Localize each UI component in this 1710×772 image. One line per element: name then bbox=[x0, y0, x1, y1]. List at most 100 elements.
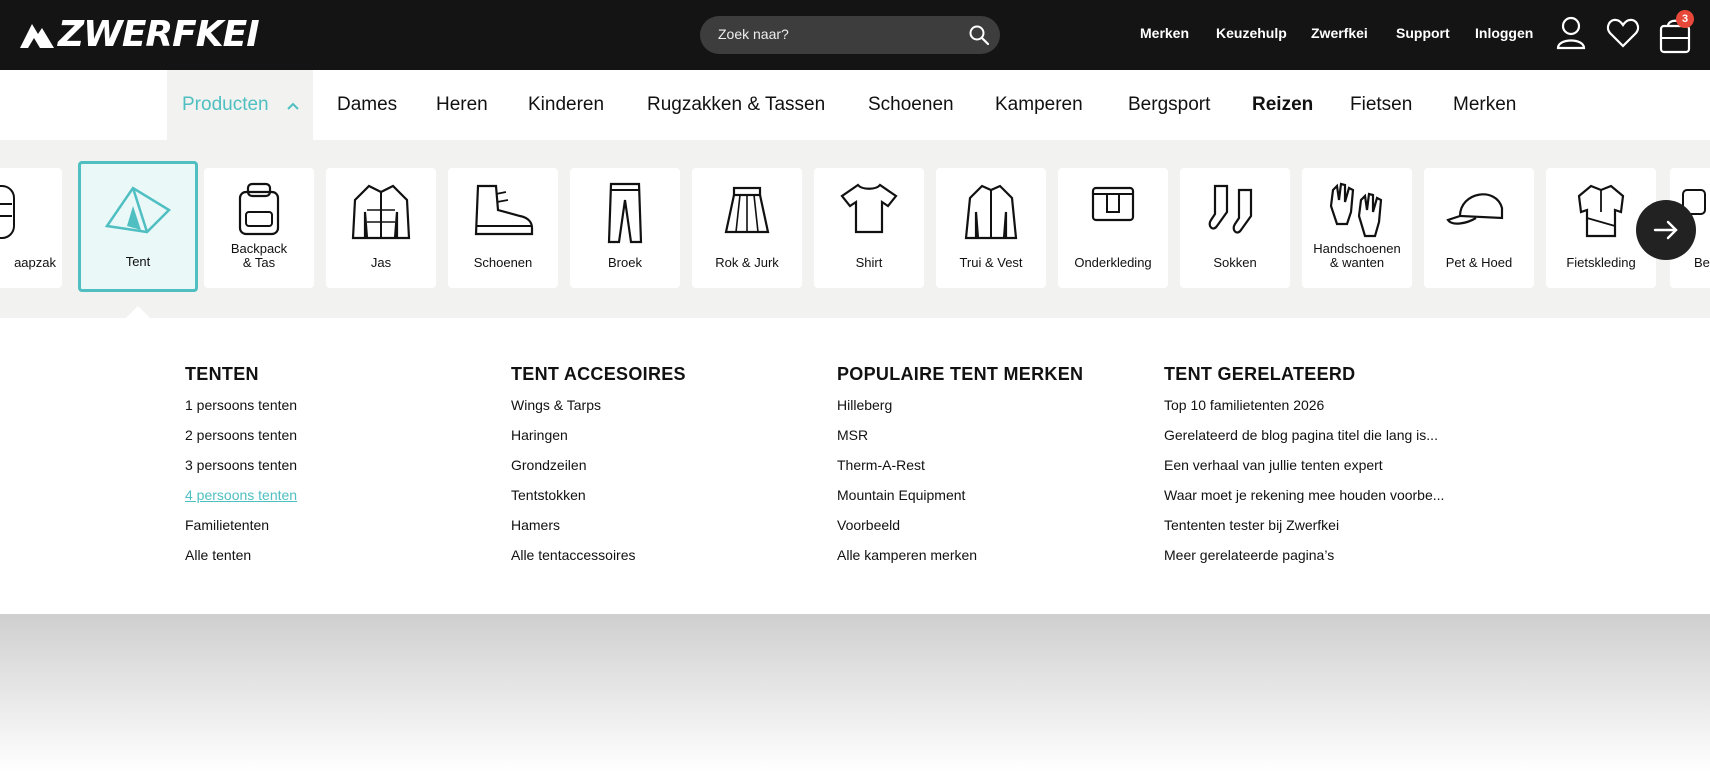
topnav-support[interactable]: Support bbox=[1396, 25, 1450, 41]
tile-pet-hoed[interactable]: Pet & Hoed bbox=[1424, 168, 1534, 288]
menu-link[interactable]: Tentstokken bbox=[511, 485, 686, 515]
menu-link[interactable]: Haringen bbox=[511, 425, 686, 455]
category-producten[interactable]: Producten bbox=[182, 94, 269, 116]
tile-label: Pet & Hoed bbox=[1445, 255, 1513, 270]
menu-link[interactable]: Tententen tester bij Zwerfkei bbox=[1164, 515, 1444, 545]
topnav-zwerfkei[interactable]: Zwerfkei bbox=[1311, 25, 1368, 41]
tile-label: aapzak bbox=[14, 255, 56, 270]
category-bergsport[interactable]: Bergsport bbox=[1128, 94, 1210, 116]
tile-label: Sokken bbox=[1213, 255, 1257, 270]
tile-label: Backpack & Tas bbox=[230, 241, 288, 270]
tile-label: Trui & Vest bbox=[959, 255, 1023, 270]
menu-link[interactable]: Wings & Tarps bbox=[511, 395, 686, 425]
column-title: TENT ACCESOIRES bbox=[511, 364, 686, 384]
tile-slaapzak[interactable]: aapzak bbox=[0, 168, 62, 288]
category-merken[interactable]: Merken bbox=[1453, 94, 1516, 116]
menu-link-hovered[interactable]: 4 persoons tenten bbox=[185, 485, 297, 515]
category-nav: Producten Dames Heren Kinderen Rugzakken… bbox=[0, 70, 1710, 140]
search-bar[interactable]: Zoek naar? bbox=[700, 16, 1000, 54]
tile-broek[interactable]: Broek bbox=[570, 168, 680, 288]
underwear-icon bbox=[1091, 186, 1135, 222]
tile-label: Onderkleding bbox=[1074, 255, 1152, 270]
menu-link[interactable]: Alle kamperen merken bbox=[837, 545, 1083, 575]
category-dames[interactable]: Dames bbox=[337, 94, 397, 116]
category-rugzakken-tassen[interactable]: Rugzakken & Tassen bbox=[647, 94, 825, 116]
socks-icon bbox=[1208, 184, 1253, 234]
topnav-keuzehulp[interactable]: Keuzehulp bbox=[1216, 25, 1287, 41]
menu-link[interactable]: Hamers bbox=[511, 515, 686, 545]
product-type-strip: aapzak Tent Backpack & Tas Jas Schoenen B… bbox=[0, 140, 1710, 318]
brand-logo[interactable]: ZWERFKEI bbox=[18, 13, 260, 55]
jacket-icon bbox=[351, 184, 411, 240]
mountain-logo-icon bbox=[20, 24, 54, 48]
tile-label: Shirt bbox=[855, 255, 883, 270]
boot-icon bbox=[474, 184, 534, 236]
mega-menu: TENTEN 1 persoons tenten 2 persoons tent… bbox=[0, 318, 1710, 614]
tile-jas[interactable]: Jas bbox=[326, 168, 436, 288]
tile-handschoenen-wanten[interactable]: Handschoenen & wanten bbox=[1302, 168, 1412, 288]
tile-sokken[interactable]: Sokken bbox=[1180, 168, 1290, 288]
category-kinderen[interactable]: Kinderen bbox=[528, 94, 604, 116]
menu-link[interactable]: 1 persoons tenten bbox=[185, 395, 297, 425]
menu-link[interactable]: MSR bbox=[837, 425, 1083, 455]
shirt-icon bbox=[840, 183, 898, 234]
menu-column-tent-accessoires: TENT ACCESOIRES Wings & Tarps Haringen G… bbox=[511, 364, 686, 575]
next-arrow-button[interactable] bbox=[1636, 200, 1696, 260]
tile-shirt[interactable]: Shirt bbox=[814, 168, 924, 288]
top-bar: ZWERFKEI Zoek naar? Merken Keuzehulp Zwe… bbox=[0, 0, 1710, 70]
menu-link[interactable]: Voorbeeld bbox=[837, 515, 1083, 545]
tile-label: Broek bbox=[608, 255, 642, 270]
tile-schoenen[interactable]: Schoenen bbox=[448, 168, 558, 288]
tent-icon bbox=[104, 186, 172, 234]
tile-rok-jurk[interactable]: Rok & Jurk bbox=[692, 168, 802, 288]
menu-link[interactable]: Alle tentaccessoires bbox=[511, 545, 686, 575]
topnav-merken[interactable]: Merken bbox=[1140, 25, 1189, 41]
menu-link[interactable]: Mountain Equipment bbox=[837, 485, 1083, 515]
heart-icon[interactable] bbox=[1606, 16, 1640, 55]
menu-link[interactable]: Familietenten bbox=[185, 515, 297, 545]
trousers-icon bbox=[607, 182, 643, 244]
search-icon[interactable] bbox=[968, 24, 990, 51]
menu-link[interactable]: Top 10 familietenten 2026 bbox=[1164, 395, 1444, 425]
menu-link[interactable]: Een verhaal van jullie tenten expert bbox=[1164, 455, 1444, 485]
cap-icon bbox=[1446, 193, 1504, 225]
cart-count-badge: 3 bbox=[1676, 10, 1694, 28]
page-overlay-shade bbox=[0, 614, 1710, 772]
menu-link[interactable]: Gerelateerd de blog pagina titel die lan… bbox=[1164, 425, 1444, 455]
menu-column-tent-gerelateerd: TENT GERELATEERD Top 10 familietenten 20… bbox=[1164, 364, 1444, 575]
menu-link[interactable]: Therm-A-Rest bbox=[837, 455, 1083, 485]
user-icon[interactable] bbox=[1556, 16, 1586, 55]
tile-backpack-tas[interactable]: Backpack & Tas bbox=[204, 168, 314, 288]
tile-onderkleding[interactable]: Onderkleding bbox=[1058, 168, 1168, 288]
search-input[interactable]: Zoek naar? bbox=[718, 26, 789, 42]
menu-link[interactable]: Waar moet je rekening mee houden voorbe.… bbox=[1164, 485, 1444, 515]
column-title: TENT GERELATEERD bbox=[1164, 364, 1356, 384]
menu-link[interactable]: Meer gerelateerde pagina’s bbox=[1164, 545, 1444, 575]
arrow-right-icon bbox=[1653, 220, 1678, 240]
tile-label: Rok & Jurk bbox=[715, 255, 779, 270]
category-fietsen[interactable]: Fietsen bbox=[1350, 94, 1412, 116]
menu-link[interactable]: Grondzeilen bbox=[511, 455, 686, 485]
tile-tent[interactable]: Tent bbox=[78, 161, 198, 292]
tile-trui-vest[interactable]: Trui & Vest bbox=[936, 168, 1046, 288]
category-kamperen[interactable]: Kamperen bbox=[995, 94, 1083, 116]
tile-label: Jas bbox=[370, 255, 392, 270]
cycling-jersey-icon bbox=[1577, 184, 1625, 238]
category-heren[interactable]: Heren bbox=[436, 94, 488, 116]
fleece-icon bbox=[964, 184, 1018, 240]
category-schoenen[interactable]: Schoenen bbox=[868, 94, 954, 116]
menu-link[interactable]: Alle tenten bbox=[185, 545, 297, 575]
sleeping-bag-icon bbox=[0, 185, 15, 239]
menu-link[interactable]: Hilleberg bbox=[837, 395, 1083, 425]
column-title: TENTEN bbox=[185, 364, 259, 384]
category-reizen[interactable]: Reizen bbox=[1252, 94, 1313, 116]
menu-link[interactable]: 2 persoons tenten bbox=[185, 425, 297, 455]
menu-column-tenten: TENTEN 1 persoons tenten 2 persoons tent… bbox=[185, 364, 297, 575]
selection-pointer bbox=[126, 306, 150, 318]
menu-link[interactable]: 3 persoons tenten bbox=[185, 455, 297, 485]
chevron-up-icon[interactable] bbox=[286, 98, 300, 116]
skirt-icon bbox=[724, 186, 770, 234]
tile-label: Schoenen bbox=[473, 255, 533, 270]
topnav-inloggen[interactable]: Inloggen bbox=[1475, 25, 1533, 41]
brand-name: ZWERFKEI bbox=[58, 13, 260, 55]
